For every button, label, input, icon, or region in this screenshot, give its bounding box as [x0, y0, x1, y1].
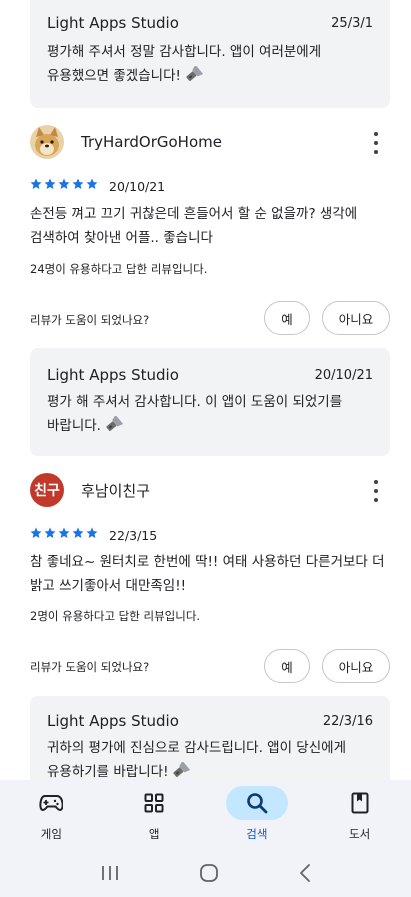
developer-reply: Light Apps Studio 20/10/21 평가 해 주셔서 감사합니… [30, 348, 390, 456]
home-icon[interactable] [199, 863, 219, 887]
review-text: 손전등 껴고 끄기 귀찮은데 흔들어서 할 순 없을까? 생각에 검색하여 찾아… [30, 206, 358, 246]
flashlight-emoji-icon [173, 762, 191, 778]
star-rating [30, 527, 101, 543]
review-header: TryHardOrGoHome [30, 124, 390, 160]
helpful-yes-button[interactable]: 예 [264, 649, 310, 683]
developer-reply-top: Light Apps Studio 25/3/1 평가해 주셔서 정말 감사합니… [30, 0, 390, 108]
five-stars-icon [30, 178, 98, 189]
star-rating [30, 178, 101, 194]
nav-label: 검색 [246, 827, 268, 841]
recent-apps-icon[interactable] [100, 864, 120, 886]
rating-row: 22/3/15 [30, 527, 157, 543]
gamepad-icon [39, 795, 64, 812]
review-date: 22/3/15 [109, 527, 158, 543]
nav-books[interactable]: 도서 [308, 780, 411, 852]
reply-date: 22/3/16 [322, 713, 373, 729]
system-navigation-bar [0, 852, 411, 897]
helpful-question: 리뷰가 도움이 되었나요? [30, 313, 150, 327]
reviewer-name: 후남이친구 [81, 481, 151, 500]
rating-row: 20/10/21 [30, 178, 165, 194]
more-options-icon[interactable] [370, 132, 382, 154]
nav-label: 게임 [40, 827, 62, 841]
bottom-navigation: 게임 앱 검색 도서 [0, 780, 411, 852]
back-icon[interactable] [298, 863, 312, 887]
reply-text: 귀하의 평가에 진심으로 감사드립니다. 앱이 당신에게 유용하기를 바랍니다! [47, 740, 346, 780]
reply-header: Light Apps Studio 22/3/16 [47, 712, 373, 730]
helpful-no-button[interactable]: 아니요 [322, 301, 390, 335]
reply-date: 20/10/21 [314, 367, 373, 383]
apps-grid-icon [144, 793, 164, 813]
helpful-no-button[interactable]: 아니요 [322, 649, 390, 683]
reply-text: 평가해 주셔서 정말 감사합니다. 앱이 여러분에게 유용했으면 좋겠습니다! [47, 44, 322, 84]
reviewer-name: TryHardOrGoHome [81, 133, 222, 151]
reply-header: Light Apps Studio 25/3/1 [47, 14, 373, 32]
helpful-question: 리뷰가 도움이 되었나요? [30, 660, 150, 674]
nav-search[interactable]: 검색 [206, 780, 309, 852]
avatar: 친구 [30, 473, 64, 507]
nav-games[interactable]: 게임 [0, 780, 103, 852]
helpful-count: 2명이 유용하다고 답한 리뷰입니다. [30, 609, 201, 623]
more-options-icon[interactable] [370, 480, 382, 502]
nav-label: 도서 [349, 827, 371, 841]
reply-text: 평가 해 주셔서 감사합니다. 이 앱이 도움이 되었기를 바랍니다. [47, 394, 343, 434]
review-date: 20/10/21 [109, 178, 166, 194]
avatar [30, 125, 64, 159]
nav-apps[interactable]: 앱 [103, 780, 206, 852]
doge-avatar-icon [30, 125, 64, 159]
helpful-yes-button[interactable]: 예 [264, 301, 310, 335]
review-header: 친구 후남이친구 [30, 472, 390, 508]
nav-label: 앱 [148, 827, 160, 841]
five-stars-icon [30, 527, 98, 538]
book-icon [351, 792, 369, 814]
flashlight-emoji-icon [106, 416, 123, 432]
reply-developer-name: Light Apps Studio [47, 366, 179, 384]
reply-developer-name: Light Apps Studio [47, 712, 179, 730]
reply-date: 25/3/1 [331, 15, 373, 31]
review-text: 참 좋네요~ 원터치로 한번에 딱!! 여태 사용하던 다른거보다 더 밝고 쓰… [30, 554, 385, 594]
helpful-count: 24명이 유용하다고 답한 리뷰입니다. [30, 262, 208, 276]
reply-developer-name: Light Apps Studio [47, 14, 179, 32]
search-icon [247, 793, 268, 814]
flashlight-emoji-icon [186, 66, 203, 82]
reply-header: Light Apps Studio 20/10/21 [47, 366, 373, 384]
